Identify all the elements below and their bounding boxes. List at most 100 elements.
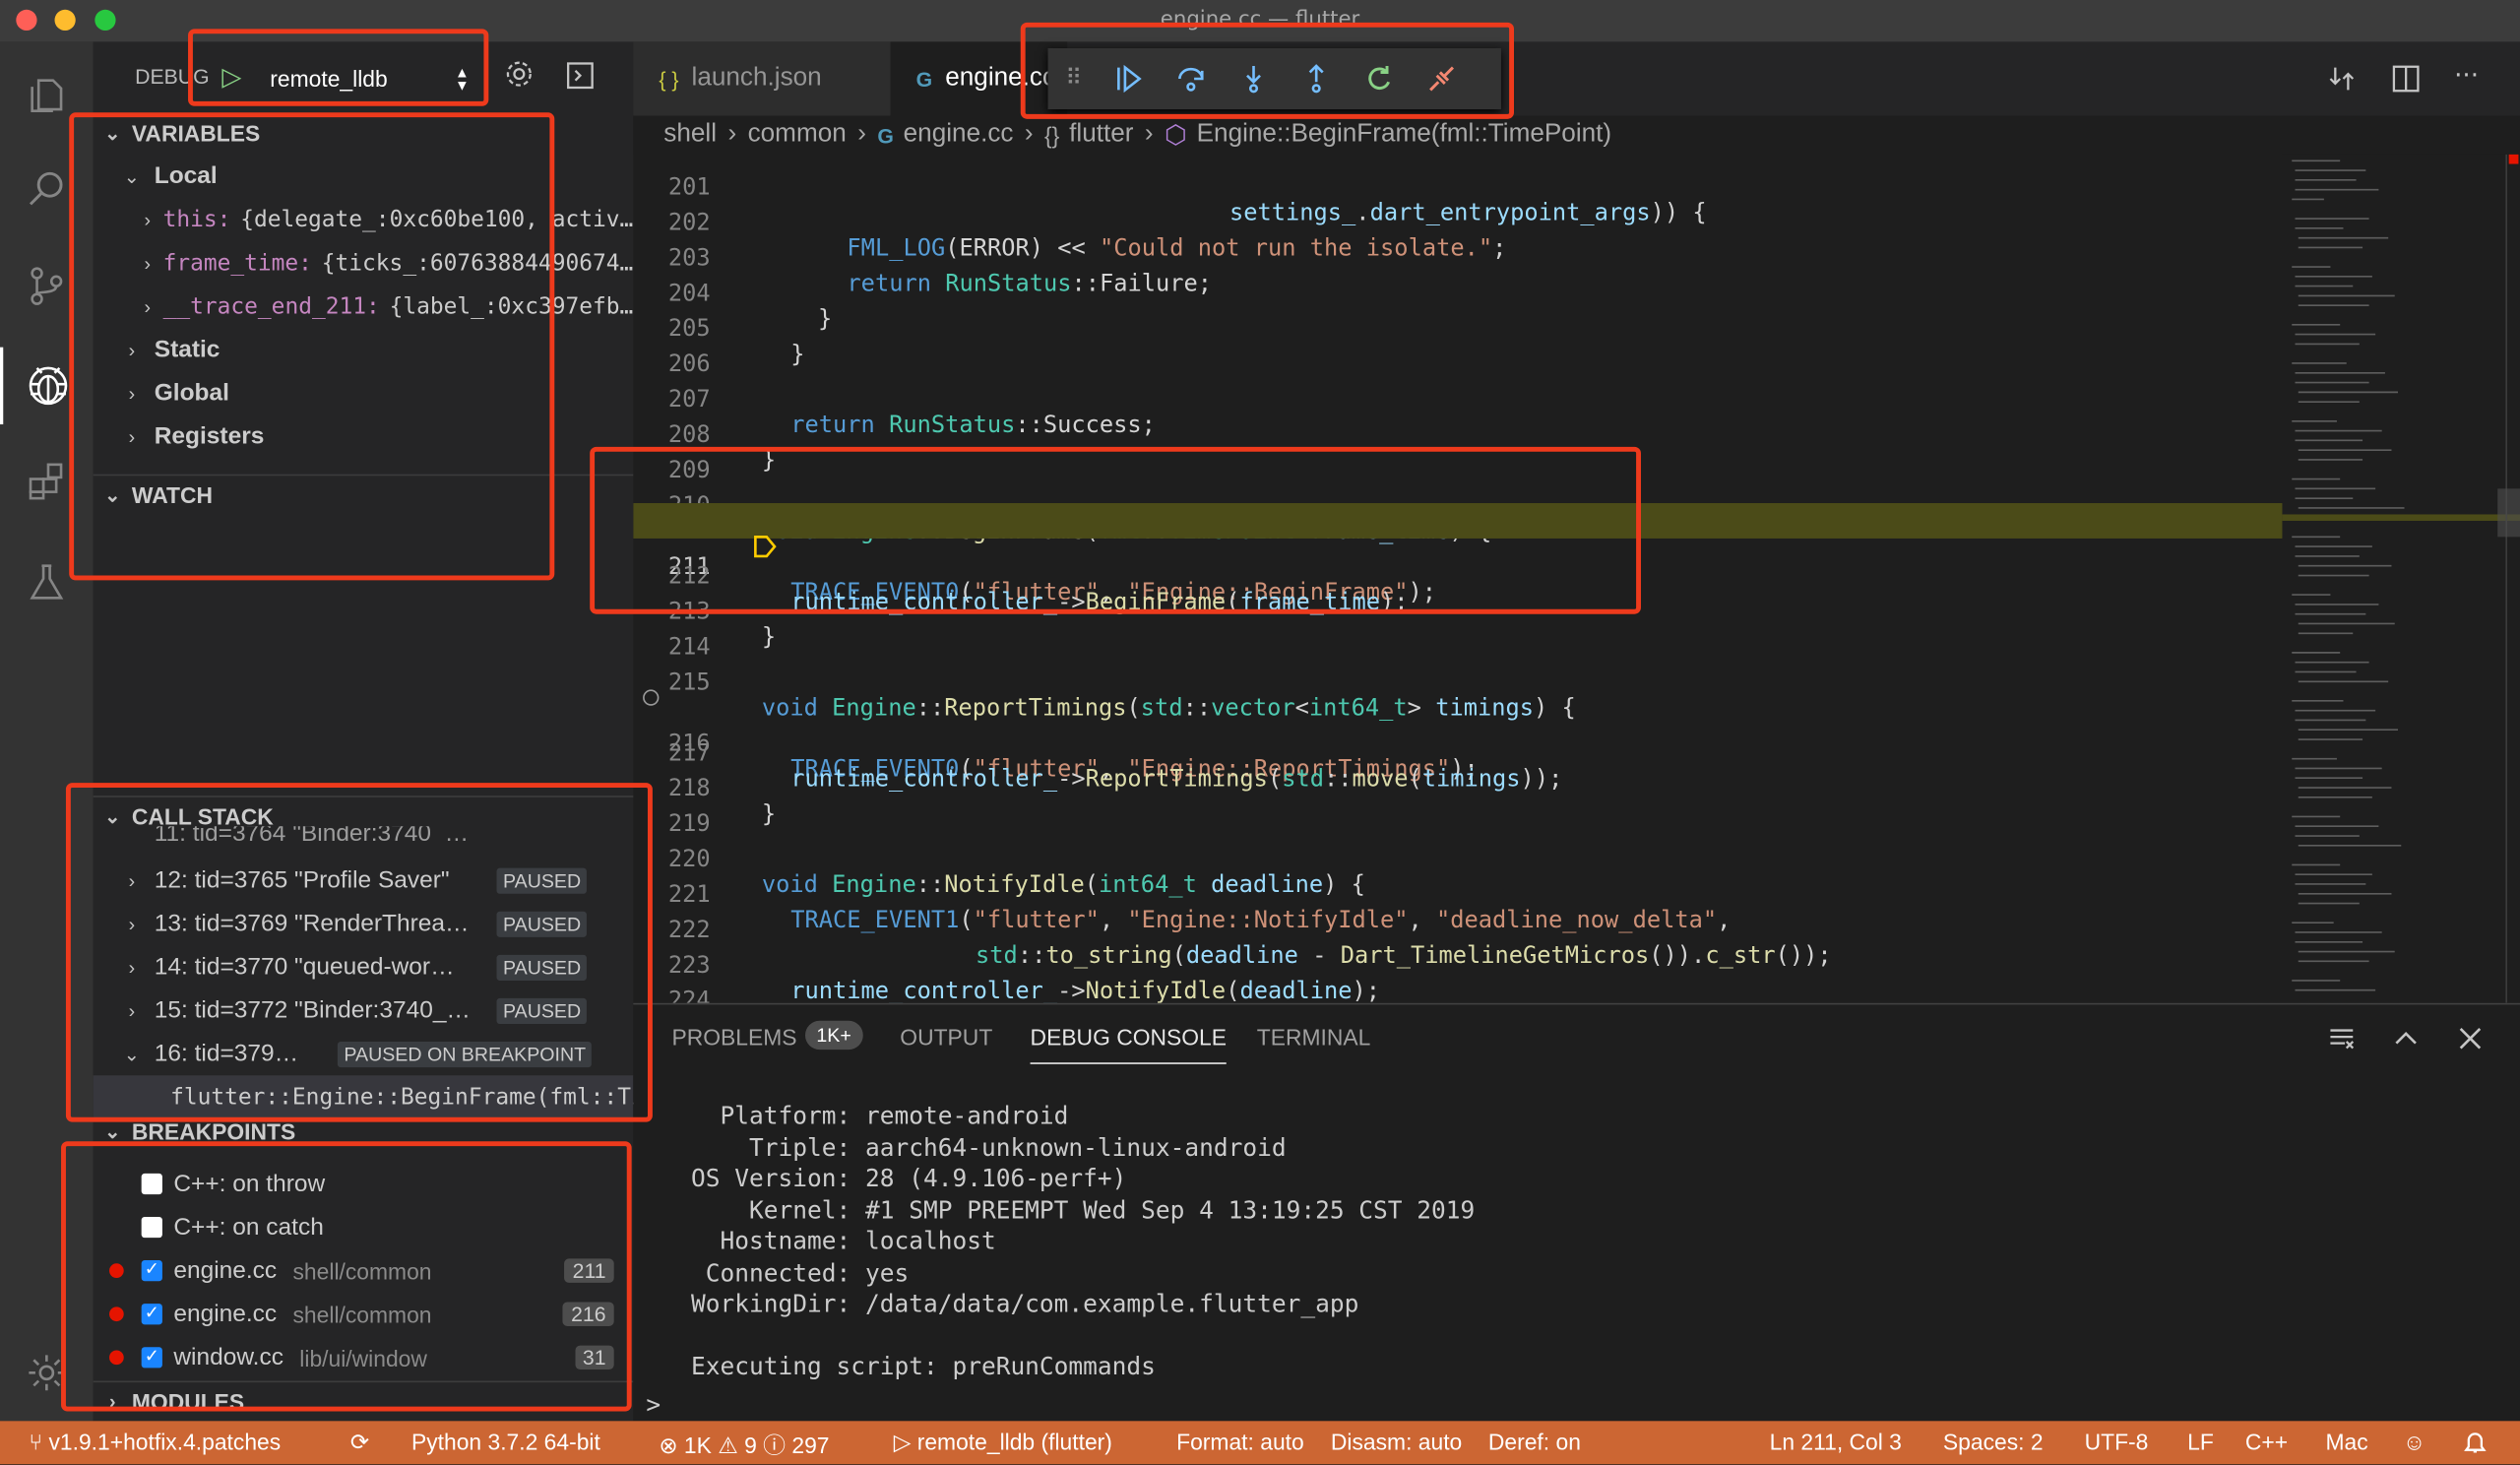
- encoding-item[interactable]: UTF-8: [2085, 1429, 2149, 1454]
- cursor-position-item[interactable]: Ln 211, Col 3: [1770, 1429, 1902, 1454]
- tab-launch-json[interactable]: { } launch.json: [633, 41, 891, 116]
- debug-config-select[interactable]: remote_lldb ▲ ▼: [251, 58, 479, 98]
- scope-global[interactable]: › Global: [94, 371, 634, 414]
- breadcrumb-item[interactable]: flutter: [1069, 120, 1133, 149]
- breakpoint-checkbox[interactable]: [141, 1216, 162, 1239]
- thread-row[interactable]: › 13: tid=3769 "RenderThrea… PAUSED: [94, 902, 634, 945]
- debug-settings-gear-icon[interactable]: [503, 58, 536, 96]
- breakpoint-row[interactable]: ✓ window.cc lib/ui/window 31: [94, 1336, 634, 1379]
- thread-row[interactable]: › 15: tid=3772 "Binder:3740_… PAUSED: [94, 988, 634, 1032]
- scope-local[interactable]: ⌄ Local: [94, 155, 634, 198]
- tab-label: launch.json: [691, 64, 822, 93]
- source-control-icon[interactable]: [0, 247, 94, 324]
- compare-changes-icon[interactable]: [2327, 64, 2356, 99]
- close-panel-icon[interactable]: [2456, 1024, 2485, 1059]
- thread-status-badge: PAUSED: [496, 954, 588, 981]
- breadcrumb-item[interactable]: shell: [663, 120, 717, 149]
- breakpoint-row[interactable]: ✓ engine.cc shell/common 211: [94, 1249, 634, 1293]
- tab-problems[interactable]: PROBLEMS: [671, 1024, 796, 1050]
- variables-section-header[interactable]: ⌄ VARIABLES: [94, 114, 634, 153]
- tab-label: engine.cc: [945, 64, 1056, 93]
- breakpoint-checkbox[interactable]: ✓: [141, 1304, 162, 1325]
- breakpoint-checkbox[interactable]: ✓: [141, 1260, 162, 1282]
- restart-icon[interactable]: [1347, 63, 1410, 96]
- breadcrumb-item[interactable]: common: [748, 120, 847, 149]
- disasm-item[interactable]: Disasm: auto: [1331, 1429, 1462, 1454]
- breakpoints-section-header[interactable]: ⌄ BREAKPOINTS: [93, 1119, 634, 1143]
- disconnect-icon[interactable]: [1410, 63, 1473, 96]
- tab-terminal[interactable]: TERMINAL: [1257, 1024, 1371, 1050]
- platform-item[interactable]: Mac: [2326, 1429, 2368, 1454]
- drag-handle-icon[interactable]: ⠿: [1048, 66, 1097, 92]
- code-line: 215 void Engine::ReportTimings(std::vect…: [633, 645, 2289, 722]
- breakpoint-hollow-icon[interactable]: [643, 689, 660, 706]
- python-interpreter-item[interactable]: Python 3.7.2 64-bit: [411, 1429, 600, 1454]
- thread-row[interactable]: › 14: tid=3770 "queued-wor… PAUSED: [94, 945, 634, 988]
- maximize-panel-icon[interactable]: [2391, 1024, 2420, 1059]
- step-into-icon[interactable]: [1222, 63, 1285, 96]
- continue-icon[interactable]: [1097, 63, 1160, 96]
- eol-item[interactable]: LF: [2187, 1429, 2214, 1454]
- console-line: Platform: remote-android: [691, 1101, 1069, 1130]
- variable-value: {ticks_:60763884490674…: [321, 249, 634, 277]
- thread-status-badge: PAUSED: [496, 997, 588, 1024]
- sync-icon[interactable]: ⟳: [350, 1429, 369, 1456]
- debug-target-item[interactable]: ▷ remote_lldb (flutter): [894, 1429, 1112, 1456]
- console-input[interactable]: >: [633, 1387, 2520, 1423]
- extensions-icon[interactable]: [0, 444, 94, 521]
- breakpoint-checkbox[interactable]: [141, 1173, 162, 1195]
- format-item[interactable]: Format: auto: [1176, 1429, 1304, 1454]
- scope-registers[interactable]: › Registers: [94, 414, 634, 458]
- breadcrumb-item[interactable]: engine.cc: [904, 120, 1014, 149]
- git-branch-item[interactable]: ⑂ v1.9.1+hotfix.4.patches: [29, 1429, 281, 1454]
- explorer-icon[interactable]: [0, 55, 94, 132]
- language-mode-item[interactable]: C++: [2245, 1429, 2288, 1454]
- variable-row[interactable]: › this: {delegate_:0xc60be100, activ…: [94, 198, 633, 241]
- code-editor[interactable]: 201 settings_.dart_entrypoint_args)) { 2…: [633, 155, 2289, 1003]
- step-over-icon[interactable]: [1159, 63, 1222, 96]
- stack-frame-row[interactable]: flutter::Engine::BeginFrame(fml::Tim: [93, 1075, 634, 1119]
- clear-console-icon[interactable]: [2327, 1024, 2356, 1059]
- modules-section-header[interactable]: › MODULES: [93, 1380, 634, 1419]
- split-editor-icon[interactable]: [2391, 64, 2420, 99]
- step-out-icon[interactable]: [1285, 63, 1348, 96]
- search-icon[interactable]: [0, 151, 94, 227]
- problems-item[interactable]: ⊗ 1K ⚠ 9 ⓘ 297: [659, 1429, 829, 1461]
- breakpoint-row[interactable]: C++: on catch: [94, 1206, 634, 1249]
- thread-row[interactable]: › 12: tid=3765 "Profile Saver" PAUSED: [94, 859, 634, 902]
- thread-row-active[interactable]: ⌄ 16: tid=379… PAUSED ON BREAKPOINT: [94, 1032, 634, 1075]
- breakpoint-label: window.cc: [173, 1343, 284, 1371]
- more-actions-icon[interactable]: ···: [2454, 59, 2479, 90]
- scope-static[interactable]: › Static: [94, 328, 634, 371]
- notifications-bell-icon[interactable]: [2464, 1429, 2487, 1459]
- chevron-right-icon: ›: [144, 251, 151, 275]
- code-line: 219: [633, 786, 2289, 838]
- debug-icon[interactable]: [0, 347, 94, 425]
- variable-row[interactable]: › __trace_end_211: {label_:0xc397efb…: [94, 285, 633, 328]
- breakpoint-checkbox[interactable]: ✓: [141, 1347, 162, 1369]
- deref-item[interactable]: Deref: on: [1488, 1429, 1581, 1454]
- tab-engine-cc[interactable]: G engine.cc: [890, 41, 1068, 116]
- test-flask-icon[interactable]: [0, 543, 94, 620]
- start-debugging-icon[interactable]: ▷: [221, 61, 241, 94]
- feedback-smiley-icon[interactable]: ☺: [2403, 1429, 2426, 1454]
- code-line: 224 }: [633, 963, 2289, 1003]
- minimap[interactable]: [2282, 154, 2520, 1003]
- indentation-item[interactable]: Spaces: 2: [1943, 1429, 2044, 1454]
- chevron-down-icon: ⌄: [104, 122, 121, 145]
- watch-section-header[interactable]: ⌄ WATCH: [93, 474, 634, 513]
- thread-label: 13: tid=3769 "RenderThrea…: [154, 910, 470, 937]
- thread-row-partial[interactable]: 11: tid=3764 "Binder:3740_…: [94, 826, 634, 842]
- cpp-file-icon: G: [915, 66, 933, 92]
- breakpoint-row[interactable]: ✓ engine.cc shell/common 216: [94, 1293, 634, 1336]
- tab-output[interactable]: OUTPUT: [900, 1024, 992, 1050]
- breadcrumb-item[interactable]: Engine::BeginFrame(fml::TimePoint): [1197, 120, 1612, 149]
- breakpoint-row[interactable]: C++: on throw: [94, 1162, 634, 1205]
- info-icon: ⓘ: [763, 1432, 792, 1458]
- tab-debug-console[interactable]: DEBUG CONSOLE: [1030, 1024, 1227, 1064]
- variable-row[interactable]: › frame_time: {ticks_:60763884490674…: [94, 241, 634, 285]
- debug-console-toggle-icon[interactable]: [566, 61, 595, 90]
- chevron-right-icon: ›: [128, 955, 136, 979]
- settings-gear-icon[interactable]: [0, 1334, 94, 1411]
- thread-label: 12: tid=3765 "Profile Saver": [154, 866, 450, 894]
